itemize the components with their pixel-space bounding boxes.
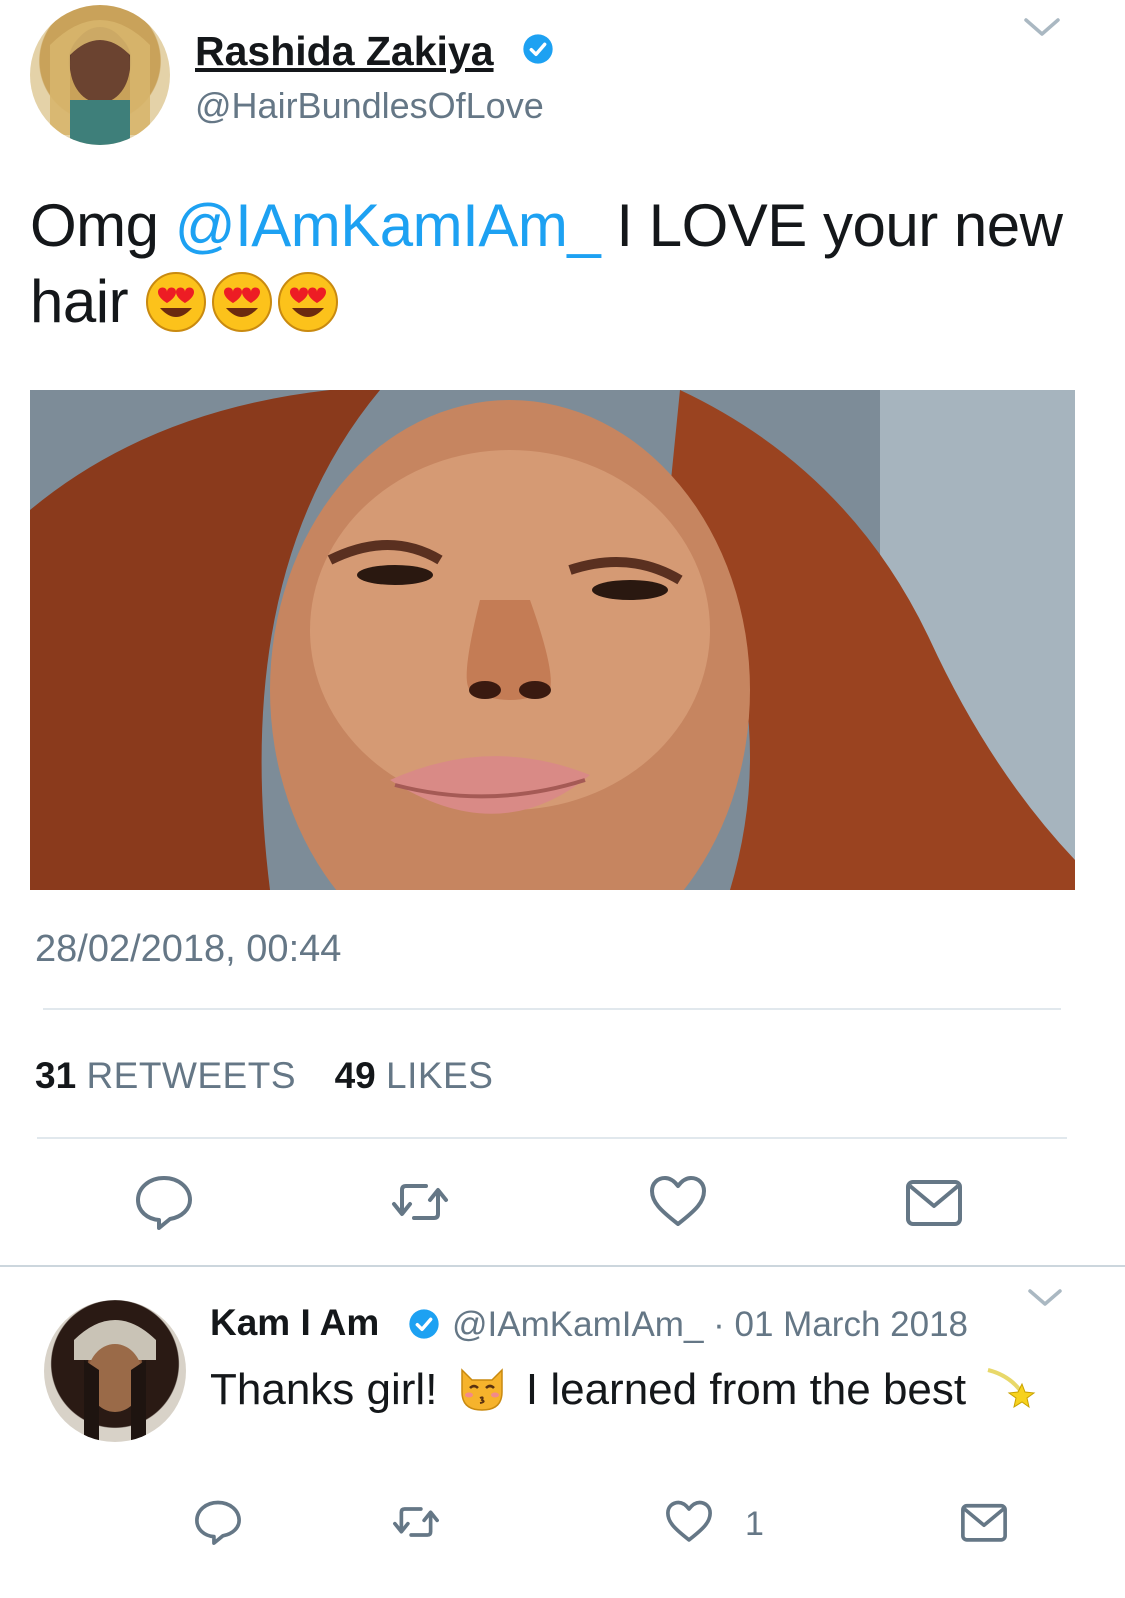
reply-author-handle[interactable]: @IAmKamIAm_ · 01 March 2018 [452, 1305, 968, 1345]
retweet-icon[interactable] [390, 1496, 442, 1548]
reply-icon[interactable] [132, 1170, 196, 1234]
tweet-timestamp: 28/02/2018, 00:44 [35, 928, 342, 970]
retweet-count: 31 [35, 1055, 77, 1096]
like-icon[interactable] [646, 1170, 710, 1234]
reply-icon[interactable] [192, 1496, 244, 1548]
reply-author-avatar[interactable] [44, 1300, 186, 1442]
likes-stat[interactable]: 49 LIKES [335, 1055, 494, 1096]
reply-text-part1: Thanks girl! [210, 1365, 438, 1414]
retweet-label: RETWEETS [86, 1055, 296, 1096]
tweet-text-start: Omg [30, 192, 175, 259]
author-name[interactable]: Rashida Zakiya [195, 28, 494, 75]
engagement-stats: 31 RETWEETS 49 LIKES [35, 1055, 493, 1097]
tweet-text: Omg @IAmKamIAm_ I LOVE your new hair [30, 188, 1090, 340]
share-icon[interactable] [958, 1496, 1010, 1548]
shooting-star-emoji-icon [987, 1368, 1036, 1409]
author-avatar[interactable] [30, 5, 170, 145]
like-count: 49 [334, 1055, 376, 1096]
tweet-photo[interactable] [30, 390, 1075, 890]
heart-eyes-emoji-icon [146, 272, 207, 332]
like-icon[interactable] [663, 1496, 715, 1548]
retweets-stat[interactable]: 31 RETWEETS [35, 1055, 296, 1096]
retweet-icon[interactable] [388, 1170, 452, 1234]
reply-text-part2: I learned from the best [525, 1365, 967, 1414]
heart-eyes-emoji-icon [278, 272, 339, 332]
kissing-cat-emoji-icon [460, 1368, 503, 1411]
reply-author-name[interactable]: Kam I Am [210, 1302, 379, 1344]
chevron-down-icon[interactable] [1020, 12, 1064, 42]
reply-like-count: 1 [745, 1505, 764, 1543]
divider [37, 1137, 1067, 1139]
divider [43, 1008, 1061, 1010]
verified-icon [523, 34, 553, 64]
author-handle[interactable]: @HairBundlesOfLove [195, 85, 544, 127]
heart-eyes-emoji-icon [212, 272, 273, 332]
tweet-separator [0, 1265, 1125, 1267]
reply-text: Thanks girl! I learned from the best [210, 1362, 1042, 1415]
mention-link[interactable]: @IAmKamIAm_ [175, 192, 601, 259]
verified-icon [409, 1309, 439, 1339]
like-label: LIKES [386, 1055, 494, 1096]
chevron-down-icon[interactable] [1025, 1284, 1065, 1312]
share-icon[interactable] [902, 1170, 966, 1234]
